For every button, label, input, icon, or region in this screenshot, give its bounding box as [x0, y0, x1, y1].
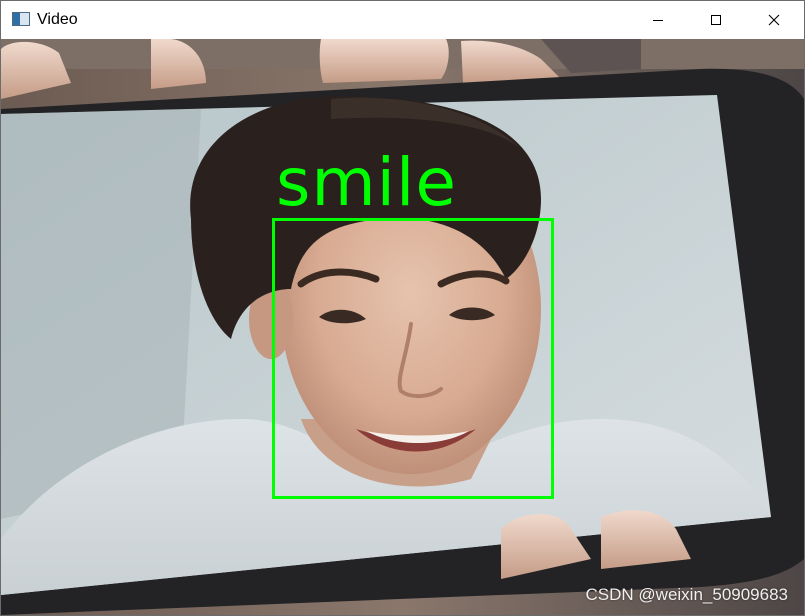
close-icon: [768, 14, 780, 26]
maximize-icon: [711, 15, 721, 25]
title-bar[interactable]: Video: [1, 1, 804, 39]
detection-label: smile: [276, 144, 457, 221]
watermark: CSDN @weixin_50909683: [585, 585, 788, 604]
app-icon: [12, 12, 30, 26]
maximize-button[interactable]: [687, 1, 745, 39]
window-title: Video: [37, 11, 78, 28]
minimize-button[interactable]: [629, 1, 687, 39]
close-button[interactable]: [745, 1, 803, 39]
video-frame: smile CSDN @weixin_50909683: [1, 39, 804, 615]
video-window: Video smile CSDN @weixin_50909683: [0, 0, 805, 616]
minimize-icon: [653, 20, 663, 21]
face-detection-box: [272, 218, 554, 499]
